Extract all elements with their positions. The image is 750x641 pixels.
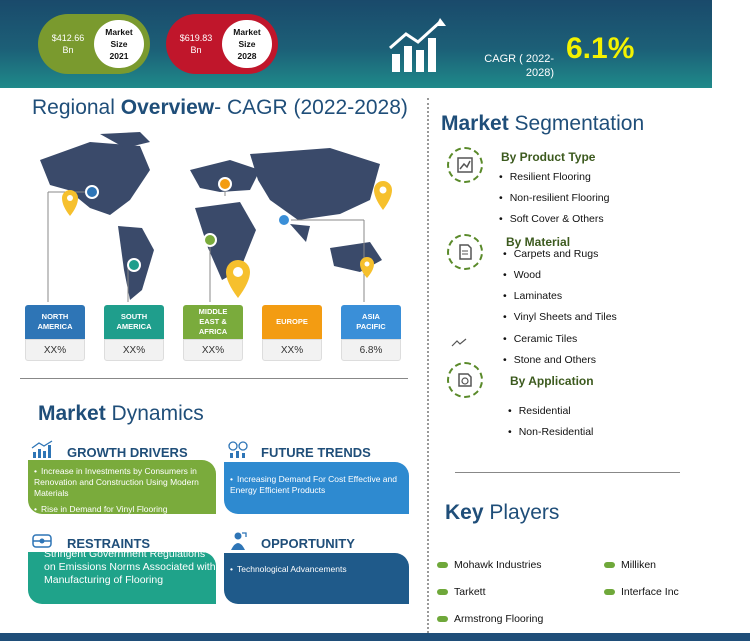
bullet-icon [604,589,615,595]
key-players-title: Key Players [445,501,559,525]
market-size-2028-unit: Bn [190,45,202,55]
product-type-item: Soft Cover & Others [499,213,604,225]
segmentation-title-bold: Market [441,112,509,135]
growth-drivers-icon [31,440,53,458]
product-type-item: Resilient Flooring [499,171,591,183]
material-icon [447,234,483,270]
dynamics-title-bold: Market [38,402,106,425]
product-type-icon [447,147,483,183]
region-europe-name: EUROPE [262,305,322,339]
material-item: Stone and Others [503,354,596,366]
future-trends-title: FUTURE TRENDS [261,445,371,460]
material-item: Ceramic Tiles [503,333,578,345]
opportunity-item: Technological Advancements [230,559,403,575]
growth-chart-icon [389,18,446,72]
restraint-item: Stringent Government Regulations on Emis… [44,552,216,586]
region-mea-value: XX% [183,339,243,361]
growth-drivers-title: GROWTH DRIVERS [67,445,188,460]
market-size-2021-label2: Size [110,39,128,49]
region-asia-pacific-value: 6.8% [341,339,401,361]
regional-title-pre: Regional [32,96,115,119]
market-dynamics-title: Market Dynamics [38,402,204,426]
region-south-america-value: XX% [104,339,164,361]
material-item: Carpets and Rugs [503,248,599,260]
region-europe: EUROPE XX% [262,305,322,361]
future-trends-card: Increasing Demand For Cost Effective and… [224,462,409,514]
bullet-icon [604,562,615,568]
small-trend-icon [451,338,467,347]
restraints-title: RESTRAINTS [67,536,151,551]
restraints-card: Stringent Government Regulations on Emis… [28,552,216,604]
region-asia-pacific: ASIA PACIFIC 6.8% [341,305,401,361]
product-type-item: Non-resilient Flooring [499,192,610,204]
region-mea: MIDDLE EAST & AFRICA XX% [183,305,243,361]
footer-bar [0,633,750,641]
bullet-icon [437,616,448,622]
market-size-2021-value: $412.66 [51,33,85,43]
cagr-label-line2: 2028) [525,67,554,79]
world-map [40,132,392,302]
cagr-label-line1: CAGR ( 2022- [484,53,554,65]
key-player-item: Mohawk Industries [437,559,542,571]
region-north-america-name: NORTH AMERICA [25,305,85,339]
by-material-heading: By Material [506,235,571,249]
key-player-item: Interface Inc [604,586,679,598]
segmentation-title: Market Segmentation [441,112,644,136]
application-icon [447,362,483,398]
segmentation-title-rest: Segmentation [514,112,645,135]
regional-divider [20,378,408,379]
bullet-icon [437,589,448,595]
vertical-divider [427,98,429,633]
application-item: Non-Residential [508,426,594,438]
regional-overview-title: Regional Overview- CAGR (2022-2028) [32,96,408,120]
restraints-icon [32,534,52,548]
key-players-title-rest: Players [489,501,560,524]
region-north-america: NORTH AMERICA XX% [25,305,85,361]
region-north-america-value: XX% [25,339,85,361]
key-player-item: Tarkett [437,586,486,598]
market-size-2021-label1: Market [105,27,133,37]
opportunity-icon [231,532,247,550]
region-asia-pacific-name: ASIA PACIFIC [341,305,401,339]
cagr-value: 6.1% [566,32,635,65]
market-size-2028-value: $619.83 [179,33,213,43]
market-size-2028-pill: $619.83 Bn Market Size 2028 [166,14,278,74]
application-item: Residential [508,405,571,417]
segmentation-divider [455,472,680,473]
region-europe-value: XX% [262,339,322,361]
market-size-2021-unit: Bn [62,45,74,55]
region-south-america-name: SOUTH AMERICA [104,305,164,339]
region-mea-name: MIDDLE EAST & AFRICA [183,305,243,339]
material-item: Wood [503,269,541,281]
key-player-item: Armstrong Flooring [437,613,543,625]
region-south-america: SOUTH AMERICA XX% [104,305,164,361]
key-players-title-bold: Key [445,501,484,524]
growth-driver-item: Increase in Investments by Consumers in … [34,466,210,499]
market-size-2028-label2: Size [238,39,256,49]
opportunity-card: Technological Advancements [224,553,409,604]
by-application-heading: By Application [510,374,594,388]
market-size-2021-year: 2021 [109,51,129,61]
bullet-icon [437,562,448,568]
dynamics-title-rest: Dynamics [111,402,204,425]
cagr-label: CAGR ( 2022- 2028) [484,52,554,80]
regional-title-bold: Overview [120,96,215,119]
material-item: Vinyl Sheets and Tiles [503,311,617,323]
growth-driver-item: Rise in Demand for Vinyl Flooring [34,504,210,515]
material-item: Laminates [503,290,562,302]
opportunity-title: OPPORTUNITY [261,536,355,551]
by-product-type-heading: By Product Type [501,150,596,164]
market-size-2021-pill: $412.66 Bn Market Size 2021 [38,14,150,74]
future-trends-icon [228,441,248,458]
future-trend-item: Increasing Demand For Cost Effective and… [230,468,403,496]
regional-title-post: - CAGR (2022-2028) [214,96,408,119]
market-size-2028-year: 2028 [237,51,257,61]
growth-drivers-card: Increase in Investments by Consumers in … [28,460,216,514]
key-player-item: Milliken [604,559,656,571]
market-size-2028-label1: Market [233,27,261,37]
